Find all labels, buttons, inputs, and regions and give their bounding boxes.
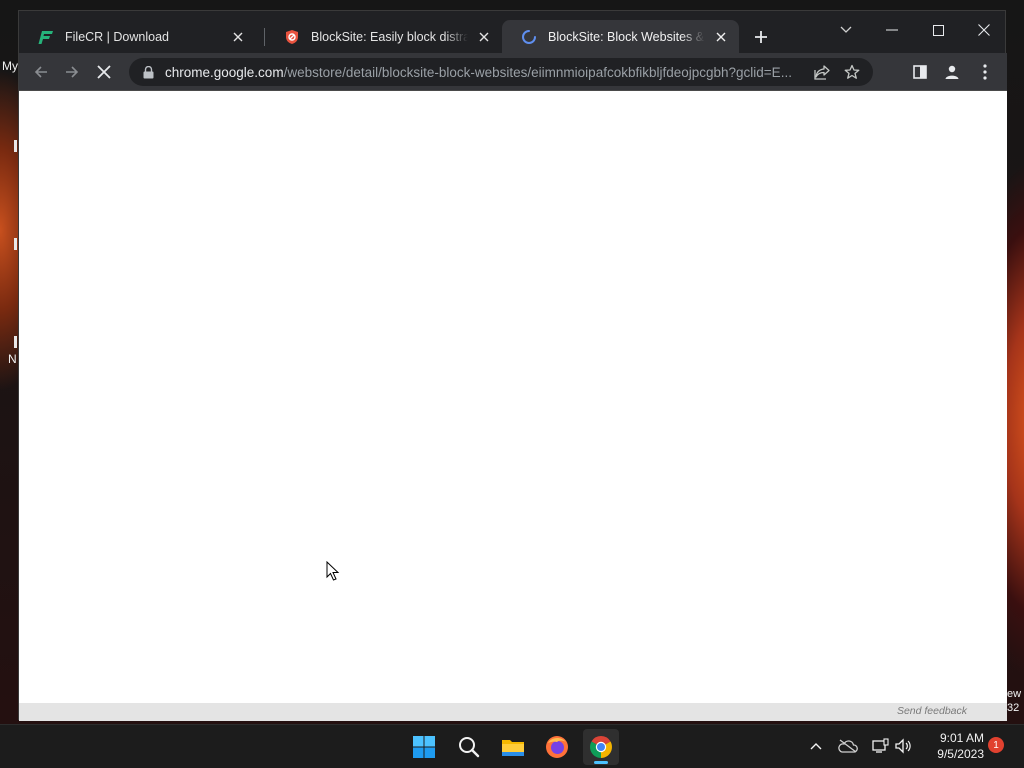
profile-icon [945, 65, 959, 79]
browser-toolbar: chrome.google.com/webstore/detail/blocks… [19, 53, 1007, 91]
desktop-icon-label-fragment[interactable]: My [2, 59, 18, 73]
tab-blocksite-1[interactable]: BlockSite: Easily block distracting [265, 20, 502, 53]
clock[interactable]: 9:01 AM 9/5/2023 [922, 730, 984, 762]
page-content[interactable] [19, 91, 1007, 703]
tab-title: BlockSite: Block Websites & Stay [548, 29, 705, 44]
close-icon [978, 24, 990, 36]
speaker-icon [895, 738, 911, 754]
chrome-taskbar-button[interactable] [583, 729, 619, 765]
desktop-icon-fragment[interactable] [14, 336, 17, 348]
side-panel-button[interactable] [908, 60, 932, 84]
chrome-icon [590, 736, 612, 758]
tab-title: BlockSite: Easily block distracting [311, 29, 468, 44]
windows-start-icon [413, 736, 435, 758]
minimize-button[interactable] [869, 15, 915, 45]
desktop-watermark-fragment: 32 [1007, 702, 1020, 714]
new-tab-button[interactable] [751, 27, 771, 47]
feedback-bar: Send feedback [19, 703, 1007, 721]
side-panel-icon [913, 65, 927, 79]
firefox-icon [546, 736, 568, 758]
address-bar[interactable]: chrome.google.com/webstore/detail/blocks… [129, 58, 873, 86]
minimize-icon [886, 29, 898, 31]
back-button[interactable] [29, 60, 53, 84]
share-icon[interactable] [811, 61, 833, 83]
firefox-button[interactable] [539, 729, 575, 765]
network-icon [872, 738, 889, 753]
filecr-logo-icon [37, 28, 55, 46]
loading-spinner-icon [520, 28, 538, 46]
tab-blocksite-active[interactable]: BlockSite: Block Websites & Stay [502, 20, 739, 53]
clock-time: 9:01 AM [939, 731, 984, 745]
arrow-left-icon [34, 66, 47, 78]
menu-button[interactable] [973, 60, 997, 84]
tab-filecr[interactable]: FileCR | Download [19, 20, 256, 53]
chevron-down-icon [840, 26, 852, 33]
desktop-watermark-fragment: ew [1007, 688, 1022, 700]
desktop-icon-fragment[interactable] [14, 238, 17, 250]
maximize-button[interactable] [915, 15, 961, 45]
mouse-cursor-icon [326, 561, 340, 581]
onedrive-button[interactable] [837, 735, 859, 757]
arrow-right-icon [66, 66, 79, 78]
url-host: chrome.google.com [165, 64, 284, 80]
send-feedback-link[interactable]: Send feedback [897, 705, 967, 717]
window-close-button[interactable] [961, 15, 1007, 45]
file-explorer-icon [502, 740, 524, 756]
search-icon [459, 737, 480, 758]
kebab-menu-icon [983, 64, 987, 80]
desktop-icon-fragment[interactable] [14, 140, 17, 152]
url-path: /webstore/detail/blocksite-block-website… [283, 64, 792, 80]
chrome-window: FileCR | Download BlockSite: Easily bloc… [18, 10, 1007, 721]
start-button[interactable] [406, 729, 442, 765]
tab-search-button[interactable] [823, 15, 869, 45]
close-icon[interactable] [713, 29, 729, 45]
blocksite-shield-icon [283, 28, 301, 46]
file-explorer-button[interactable] [495, 729, 531, 765]
stop-icon [97, 65, 111, 79]
volume-button[interactable] [892, 735, 914, 757]
forward-button[interactable] [60, 60, 84, 84]
lock-icon[interactable] [141, 65, 155, 79]
network-button[interactable] [869, 735, 891, 757]
maximize-icon [932, 24, 944, 36]
close-icon[interactable] [230, 29, 246, 45]
notification-badge[interactable]: 1 [988, 737, 1004, 753]
chevron-up-icon [810, 743, 822, 750]
clock-date: 9/5/2023 [937, 747, 984, 761]
desktop-icon-label-fragment[interactable]: N [8, 352, 17, 366]
close-icon[interactable] [476, 29, 492, 45]
url-text[interactable]: chrome.google.com/webstore/detail/blocks… [165, 65, 803, 80]
taskbar: 9:01 AM 9/5/2023 1 [0, 724, 1024, 768]
tab-title: FileCR | Download [65, 29, 169, 44]
cloud-offline-icon [838, 739, 858, 753]
search-button[interactable] [451, 729, 487, 765]
tab-strip: FileCR | Download BlockSite: Easily bloc… [19, 11, 1007, 53]
bookmark-star-icon[interactable] [841, 61, 863, 83]
show-hidden-icons-button[interactable] [805, 735, 827, 757]
active-app-indicator [594, 761, 608, 764]
stop-loading-button[interactable] [92, 60, 116, 84]
plus-icon [755, 31, 767, 43]
profile-button[interactable] [940, 60, 964, 84]
